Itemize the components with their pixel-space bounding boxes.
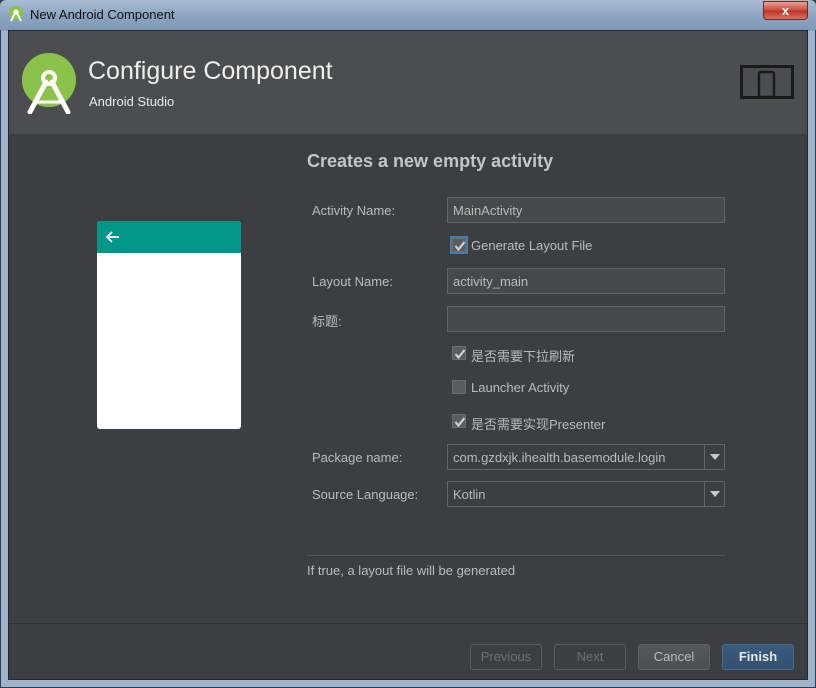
checkbox-box bbox=[452, 346, 466, 360]
checkmark-icon bbox=[454, 417, 466, 428]
package-name-label: Package name: bbox=[312, 450, 403, 465]
previous-button[interactable]: Previous bbox=[470, 644, 542, 670]
package-name-value: com.gzdxjk.ihealth.basemodule.login bbox=[453, 450, 666, 465]
header-banner: Configure Component Android Studio bbox=[9, 31, 807, 134]
checkbox-box bbox=[452, 380, 466, 394]
divider bbox=[307, 555, 725, 556]
package-name-combo[interactable]: com.gzdxjk.ihealth.basemodule.login bbox=[447, 444, 725, 470]
chevron-down-icon bbox=[710, 491, 720, 497]
preview-toolbar bbox=[97, 221, 241, 253]
page-subtitle: Android Studio bbox=[89, 94, 175, 109]
presenter-label: 是否需要实现Presenter bbox=[471, 417, 606, 432]
device-icon bbox=[740, 65, 794, 99]
source-language-value: Kotlin bbox=[453, 487, 486, 502]
dialog-content: Configure Component Android Studio Creat… bbox=[8, 30, 808, 680]
source-language-combo[interactable]: Kotlin bbox=[447, 481, 725, 507]
launcher-activity-label: Launcher Activity bbox=[471, 380, 570, 395]
window-title: New Android Component bbox=[30, 7, 175, 22]
android-studio-icon bbox=[9, 6, 23, 22]
back-arrow-icon bbox=[105, 231, 119, 243]
dropdown-button[interactable] bbox=[704, 482, 724, 506]
next-button[interactable]: Next bbox=[554, 644, 626, 670]
cancel-button[interactable]: Cancel bbox=[638, 644, 710, 670]
checkmark-icon bbox=[454, 349, 466, 360]
activity-name-label: Activity Name: bbox=[312, 203, 396, 218]
checkbox-box bbox=[452, 238, 466, 252]
title-bar[interactable]: New Android Component x bbox=[0, 0, 816, 30]
source-language-label: Source Language: bbox=[312, 487, 419, 502]
activity-preview bbox=[97, 221, 241, 429]
android-studio-logo bbox=[22, 53, 76, 114]
layout-name-input[interactable]: activity_main bbox=[447, 268, 725, 294]
checkbox-box bbox=[452, 414, 466, 428]
close-button[interactable]: x bbox=[763, 1, 808, 20]
activity-name-input[interactable]: MainActivity bbox=[447, 197, 725, 223]
page-title: Configure Component bbox=[88, 57, 333, 85]
layout-name-label: Layout Name: bbox=[312, 274, 393, 289]
footer-divider bbox=[9, 623, 807, 624]
close-icon: x bbox=[781, 3, 790, 18]
form-heading: Creates a new empty activity bbox=[307, 151, 554, 171]
title-input[interactable] bbox=[447, 306, 725, 332]
pull-refresh-label: 是否需要下拉刷新 bbox=[471, 349, 576, 364]
help-text: If true, a layout file will be generated bbox=[307, 563, 516, 578]
finish-button[interactable]: Finish bbox=[722, 644, 794, 670]
dropdown-button[interactable] bbox=[704, 445, 724, 469]
title-label: 标题: bbox=[312, 314, 342, 329]
generate-layout-label: Generate Layout File bbox=[471, 238, 593, 253]
checkmark-icon bbox=[454, 241, 466, 252]
chevron-down-icon bbox=[710, 454, 720, 460]
